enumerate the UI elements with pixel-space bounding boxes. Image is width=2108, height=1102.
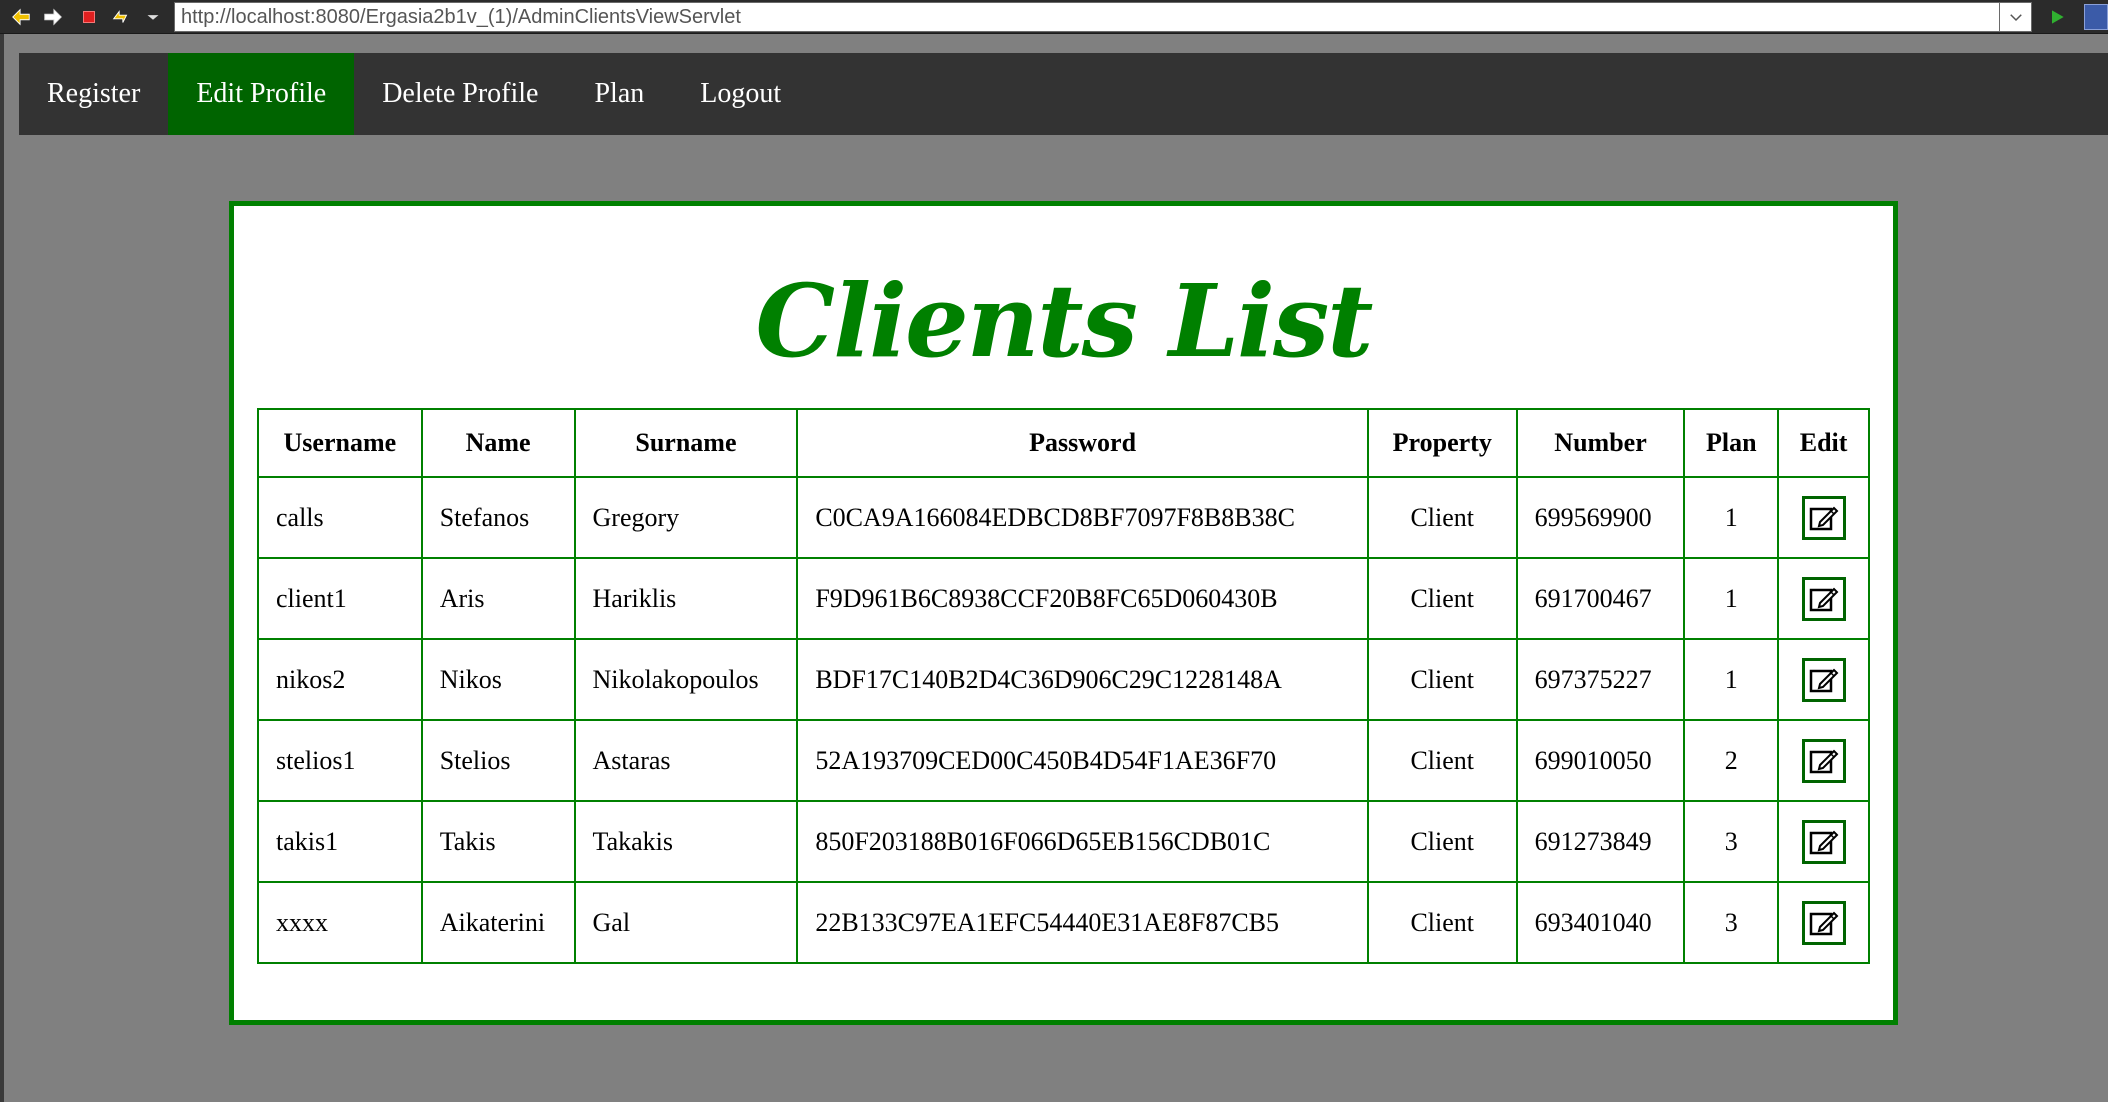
menu-edit-profile[interactable]: Edit Profile xyxy=(168,53,355,135)
cell-edit xyxy=(1777,719,1870,802)
table-row: calls Stefanos Gregory C0CA9A166084EDBCD8BF… xyxy=(257,476,1870,559)
menu-plan[interactable]: Plan xyxy=(566,53,672,135)
cell-property: Client xyxy=(1366,557,1518,640)
extension-icon[interactable] xyxy=(2084,4,2108,30)
edit-icon[interactable] xyxy=(1801,657,1846,702)
browser-toolbar: http://localhost:8080/Ergasia2b1v_(1)/Ad… xyxy=(0,0,2108,34)
header-password: Password xyxy=(796,408,1369,478)
cell-name: Nikos xyxy=(420,638,576,721)
edit-icon[interactable] xyxy=(1801,576,1846,621)
cell-plan: 3 xyxy=(1683,800,1780,883)
header-name: Name xyxy=(420,408,576,478)
cell-username: stelios1 xyxy=(257,719,423,802)
cell-edit xyxy=(1777,881,1870,964)
cell-password: C0CA9A166084EDBCD8BF7097F8B8B38C xyxy=(796,476,1369,559)
cell-password: 22B133C97EA1EFC54440E31AE8F87CB5 xyxy=(796,881,1369,964)
cell-name: Aikaterini xyxy=(420,881,576,964)
cell-number: 699569900 xyxy=(1515,476,1686,559)
cell-number: 699010050 xyxy=(1515,719,1686,802)
cell-plan: 2 xyxy=(1683,719,1780,802)
cell-surname: Takakis xyxy=(573,800,799,883)
cell-surname: Astaras xyxy=(573,719,799,802)
table-header-row: Username Name Surname Password Property … xyxy=(257,408,1870,478)
cell-plan: 1 xyxy=(1683,638,1780,721)
table-row: xxxx Aikaterini Gal 22B133C97EA1EFC54440E31… xyxy=(257,881,1870,964)
cell-plan: 1 xyxy=(1683,557,1780,640)
cell-number: 693401040 xyxy=(1515,881,1686,964)
cell-username: nikos2 xyxy=(257,638,423,721)
refresh-icon[interactable] xyxy=(108,4,134,30)
page-gutter xyxy=(0,34,4,1102)
header-surname: Surname xyxy=(573,408,799,478)
address-bar[interactable]: http://localhost:8080/Ergasia2b1v_(1)/Ad… xyxy=(174,2,2000,32)
cell-edit xyxy=(1777,557,1870,640)
cell-name: Aris xyxy=(420,557,576,640)
cell-password: 850F203188B016F066D65EB156CDB01C xyxy=(796,800,1369,883)
go-play-icon[interactable] xyxy=(2044,4,2070,30)
clients-card: Clients List Username Name Surname Passw… xyxy=(229,201,1898,1025)
menu-delete-profile[interactable]: Delete Profile xyxy=(354,53,566,135)
edit-icon[interactable] xyxy=(1801,738,1846,783)
cell-property: Client xyxy=(1366,476,1518,559)
cell-surname: Hariklis xyxy=(573,557,799,640)
cell-password: F9D961B6C8938CCF20B8FC65D060430B xyxy=(796,557,1369,640)
stop-icon[interactable] xyxy=(76,4,102,30)
menu-register[interactable]: Register xyxy=(19,53,168,135)
clients-table: Username Name Surname Password Property … xyxy=(257,408,1870,964)
cell-property: Client xyxy=(1366,881,1518,964)
cell-number: 697375227 xyxy=(1515,638,1686,721)
edit-icon[interactable] xyxy=(1801,819,1846,864)
cell-property: Client xyxy=(1366,638,1518,721)
header-edit: Edit xyxy=(1777,408,1870,478)
page-title: Clients List xyxy=(755,262,1374,380)
main-menu: Register Edit Profile Delete Profile Pla… xyxy=(19,53,2108,135)
cell-number: 691273849 xyxy=(1515,800,1686,883)
cell-edit xyxy=(1777,800,1870,883)
cell-username: calls xyxy=(257,476,423,559)
table-row: takis1 Takis Takakis 850F203188B016F066D65E… xyxy=(257,800,1870,883)
cell-number: 691700467 xyxy=(1515,557,1686,640)
cell-surname: Gregory xyxy=(573,476,799,559)
cell-name: Takis xyxy=(420,800,576,883)
url-dropdown-icon[interactable] xyxy=(2000,2,2032,32)
cell-password: BDF17C140B2D4C36D906C29C1228148A xyxy=(796,638,1369,721)
cell-name: Stelios xyxy=(420,719,576,802)
cell-surname: Nikolakopoulos xyxy=(573,638,799,721)
header-plan: Plan xyxy=(1683,408,1780,478)
cell-edit xyxy=(1777,476,1870,559)
header-number: Number xyxy=(1515,408,1686,478)
header-property: Property xyxy=(1366,408,1518,478)
chevron-down-icon[interactable] xyxy=(140,4,166,30)
forward-arrow-icon[interactable] xyxy=(40,4,66,30)
table-row: nikos2 Nikos Nikolakopoulos BDF17C140B2D4C3… xyxy=(257,638,1870,721)
cell-username: xxxx xyxy=(257,881,423,964)
header-username: Username xyxy=(257,408,423,478)
table-row: stelios1 Stelios Astaras 52A193709CED00C450… xyxy=(257,719,1870,802)
cell-plan: 1 xyxy=(1683,476,1780,559)
cell-edit xyxy=(1777,638,1870,721)
cell-password: 52A193709CED00C450B4D54F1AE36F70 xyxy=(796,719,1369,802)
edit-icon[interactable] xyxy=(1801,900,1846,945)
menu-logout[interactable]: Logout xyxy=(672,53,809,135)
cell-name: Stefanos xyxy=(420,476,576,559)
back-arrow-icon[interactable] xyxy=(8,4,34,30)
cell-surname: Gal xyxy=(573,881,799,964)
edit-icon[interactable] xyxy=(1801,495,1846,540)
cell-property: Client xyxy=(1366,719,1518,802)
table-row: client1 Aris Hariklis F9D961B6C8938CCF20B8F… xyxy=(257,557,1870,640)
cell-property: Client xyxy=(1366,800,1518,883)
cell-username: takis1 xyxy=(257,800,423,883)
cell-username: client1 xyxy=(257,557,423,640)
cell-plan: 3 xyxy=(1683,881,1780,964)
